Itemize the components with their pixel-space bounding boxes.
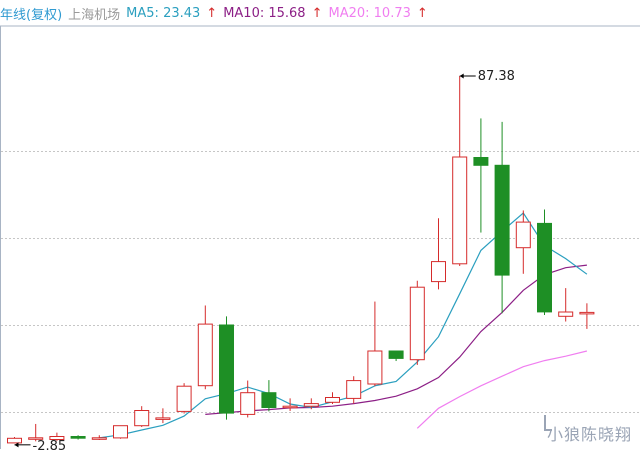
candle-28-body [579, 311, 595, 315]
candle-24-body [494, 164, 510, 276]
candlestick-chart: 87.38 -2.85 [0, 25, 640, 451]
candle-23-body [473, 157, 489, 166]
candle-22-body [452, 156, 468, 265]
candle-11-body [219, 324, 234, 414]
candle-6-body [113, 425, 128, 439]
min-price-label: -2.85 [33, 439, 67, 451]
candle-27-body [558, 311, 574, 317]
candle-19-body [388, 350, 404, 359]
candle-21-body [431, 261, 446, 283]
candle-5-body [91, 437, 107, 440]
candle-1-body [7, 437, 22, 444]
candle-16-body [325, 397, 340, 403]
candle-18-body [367, 350, 383, 385]
ma20-legend: MA20: 10.73 ↑ [328, 6, 427, 21]
ma10-up-arrow-icon: ↑ [311, 5, 323, 21]
candle-8-body [155, 417, 171, 420]
candle-7-body [134, 410, 150, 427]
candle-13-body [261, 392, 277, 409]
ma5-legend: MA5: 23.43 ↑ [126, 6, 217, 21]
max-price-label: 87.38 [478, 69, 515, 84]
ma20-legend-text: MA20: 10.73 [328, 5, 411, 21]
candle-12-body [240, 392, 256, 415]
stock-name: 上海机场 [68, 7, 121, 23]
candle-4-body [70, 436, 86, 439]
candle-9-body [176, 385, 192, 412]
chart-header: 年线(复权) 上海机场 MA5: 23.43 ↑ MA10: 15.68 ↑ MA2… [0, 0, 640, 26]
candle-26-body [537, 222, 552, 313]
candle-17-body [346, 380, 362, 399]
candle-14-body [282, 405, 298, 409]
ma5-up-arrow-icon: ↑ [206, 5, 218, 21]
ma20-up-arrow-icon: ↑ [416, 5, 428, 21]
candle-20-body [409, 286, 425, 361]
chart-title[interactable]: 年线(复权) [0, 4, 62, 23]
ma5-legend-text: MA5: 23.43 [126, 5, 201, 21]
candle-10-body [197, 323, 213, 387]
ma10-legend: MA10: 15.68 ↑ [223, 6, 322, 21]
candle-15-body [303, 403, 319, 407]
ma10-legend-text: MA10: 15.68 [223, 5, 306, 21]
watermark-text: 小狼陈晓翔 [546, 425, 632, 444]
ma20-line [416, 350, 588, 429]
max-annotation-arrow-icon [459, 73, 464, 79]
candle-25-body [515, 221, 531, 249]
